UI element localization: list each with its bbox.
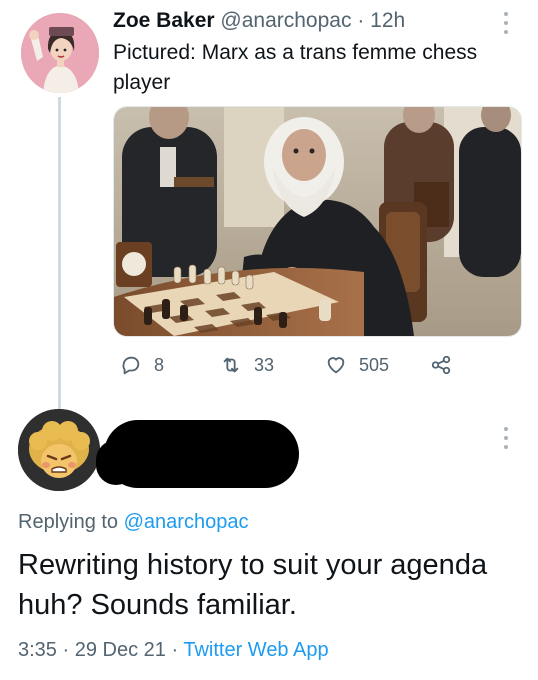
author-name[interactable]: Zoe Baker	[113, 9, 215, 32]
reply-date[interactable]: 29 Dec 21	[75, 639, 166, 661]
header-separator: ·	[357, 9, 365, 32]
more-icon[interactable]	[500, 10, 512, 36]
tweet-actions: 8 33 505	[120, 350, 480, 380]
replying-to: Replying to @anarchopac	[18, 508, 248, 536]
reply-more-icon[interactable]	[500, 425, 512, 451]
tweet-time[interactable]: 12h	[370, 9, 405, 32]
tweet-photo[interactable]	[113, 106, 522, 337]
thread-line	[58, 97, 61, 409]
meta-separator-1: ·	[62, 639, 70, 661]
reply-icon	[122, 356, 140, 375]
reply-count: 8	[154, 354, 165, 375]
like-count: 505	[359, 354, 390, 375]
tweet-text: Pictured: Marx as a trans femme chess pl…	[113, 41, 478, 94]
reply-author-avatar[interactable]	[18, 409, 100, 491]
like-button[interactable]: 505	[325, 350, 389, 380]
source-app-link[interactable]: Twitter Web App	[183, 639, 328, 661]
tweet-header: Zoe Baker @anarchopac · 12h	[113, 7, 405, 35]
retweet-button[interactable]: 33	[220, 350, 274, 380]
author-handle[interactable]: @anarchopac	[220, 9, 351, 32]
reply-meta: 3:35 · 29 Dec 21 · Twitter Web App	[18, 636, 329, 664]
share-icon	[431, 355, 451, 375]
like-icon	[327, 357, 345, 374]
reply-time[interactable]: 3:35	[18, 639, 57, 661]
chess-photo-illustration	[114, 107, 521, 336]
replying-prefix: Replying to	[18, 511, 119, 533]
retweet-count: 33	[254, 354, 275, 375]
author-avatar[interactable]	[21, 13, 99, 93]
reply-text: Rewriting history to suit your agenda hu…	[18, 549, 488, 621]
retweet-icon	[223, 357, 239, 373]
redacted-author-name-edge	[96, 440, 136, 485]
reply-button[interactable]: 8	[120, 350, 164, 380]
share-button[interactable]	[430, 350, 464, 380]
meta-separator-2: ·	[171, 639, 179, 661]
replying-handle-link[interactable]: @anarchopac	[124, 511, 249, 533]
